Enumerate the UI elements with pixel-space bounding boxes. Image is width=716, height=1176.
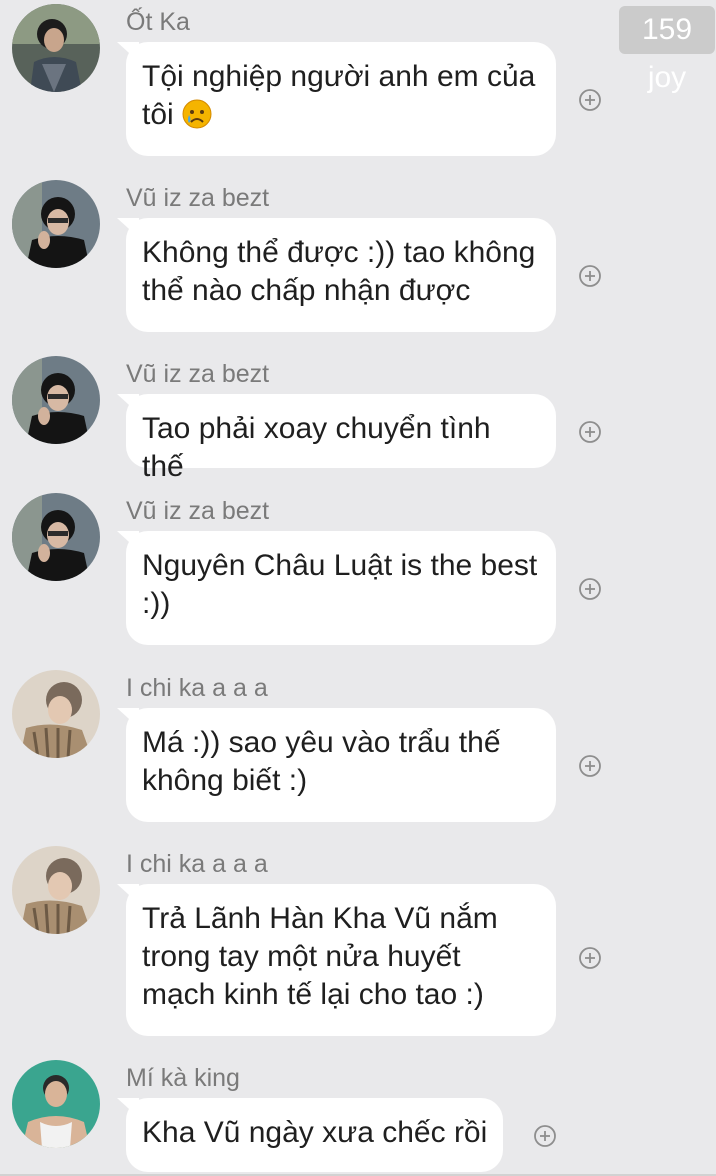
plus-circle-icon[interactable] (578, 264, 602, 288)
message-row: Mí kà king Kha Vũ ngày xưa chếc rồi (0, 1056, 716, 1176)
message-row: I chi ka a a a Trả Lãnh Hàn Kha Vũ nắm t… (0, 842, 716, 1042)
avatar[interactable] (12, 846, 100, 934)
plus-circle-icon[interactable] (578, 88, 602, 112)
message-bubble[interactable]: Kha Vũ ngày xưa chếc rồi (126, 1098, 504, 1172)
message-row: Ốt Ka Tội nghiệp người anh em của tôi (0, 0, 716, 170)
plus-circle-icon[interactable] (578, 420, 602, 444)
message-text: Không thể được :)) tao không thể nào chấ… (142, 236, 536, 307)
avatar[interactable] (12, 1060, 100, 1148)
sender-name: Mí kà king (126, 1064, 240, 1092)
crying-face-icon (182, 99, 212, 129)
avatar[interactable] (12, 356, 100, 444)
message-text: Kha Vũ ngày xưa chếc rồi (142, 1116, 488, 1149)
sender-name: Vũ iz za bezt (126, 360, 270, 388)
plus-circle-icon[interactable] (533, 1124, 557, 1148)
message-row: Vũ iz za bezt Không thể được :)) tao khô… (0, 176, 716, 346)
sender-name: Ốt Ka (126, 8, 190, 36)
message-bubble[interactable]: Trả Lãnh Hàn Kha Vũ nắm trong tay một nử… (126, 884, 556, 1036)
avatar[interactable] (12, 493, 100, 581)
plus-circle-icon[interactable] (578, 754, 602, 778)
sender-name: Vũ iz za bezt (126, 497, 270, 525)
message-text: Tao phải xoay chuyển tình thế (142, 412, 491, 483)
message-bubble[interactable]: Tao phải xoay chuyển tình thế (126, 394, 556, 483)
plus-circle-icon[interactable] (578, 946, 602, 970)
message-text: Má :)) sao yêu vào trẩu thế không biết :… (142, 726, 501, 797)
message-row: Vũ iz za bezt Nguyên Châu Luật is the be… (0, 489, 716, 659)
message-text: Trả Lãnh Hàn Kha Vũ nắm trong tay một nử… (142, 902, 498, 1011)
sender-name: I chi ka a a a (126, 674, 268, 702)
message-bubble[interactable]: Nguyên Châu Luật is the best :)) (126, 531, 556, 645)
message-bubble[interactable]: Má :)) sao yêu vào trẩu thế không biết :… (126, 708, 556, 822)
message-bubble[interactable]: Tội nghiệp người anh em của tôi (126, 42, 556, 156)
message-row: I chi ka a a a Má :)) sao yêu vào trẩu t… (0, 666, 716, 836)
message-bubble[interactable]: Không thể được :)) tao không thể nào chấ… (126, 218, 556, 332)
plus-circle-icon[interactable] (578, 577, 602, 601)
avatar[interactable] (12, 4, 100, 92)
avatar[interactable] (12, 180, 100, 268)
sender-name: Vũ iz za bezt (126, 184, 270, 212)
avatar[interactable] (12, 670, 100, 758)
sender-name: I chi ka a a a (126, 850, 268, 878)
message-row: Vũ iz za bezt Tao phải xoay chuyển tình … (0, 352, 716, 483)
message-text: Nguyên Châu Luật is the best :)) (142, 549, 538, 620)
